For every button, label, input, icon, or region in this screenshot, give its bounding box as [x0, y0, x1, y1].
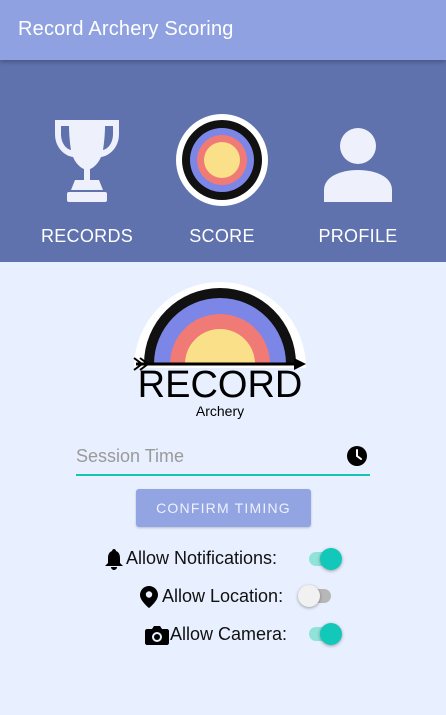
camera-toggle[interactable]	[306, 622, 342, 646]
app-bar: Record Archery Scoring	[0, 0, 446, 60]
setting-location: Allow Location:	[140, 583, 352, 613]
setting-label-location: Allow Location:	[162, 586, 284, 606]
nav-item-records[interactable]: RECORDS	[13, 60, 161, 262]
target-icon	[176, 114, 268, 206]
nav-item-score[interactable]: SCORE	[148, 60, 296, 262]
session-time-field[interactable]	[76, 440, 370, 476]
setting-label-notifications: Allow Notifications:	[126, 548, 278, 568]
nav-label-records: RECORDS	[40, 226, 134, 246]
clock-icon[interactable]	[346, 445, 368, 467]
nav-label-score: SCORE	[189, 226, 255, 246]
archery-target-emblem	[133, 282, 306, 371]
setting-notifications: Allow Notifications:	[102, 545, 352, 575]
nav-item-profile[interactable]: PROFILE	[284, 60, 432, 262]
logo-wordmark: RECORD	[137, 364, 303, 406]
bell-icon	[105, 549, 123, 570]
trophy-icon	[55, 120, 119, 202]
notifications-toggle[interactable]	[306, 547, 342, 571]
logo-subtitle: Archery	[195, 403, 245, 419]
confirm-timing-button[interactable]: CONFIRM TIMING	[136, 489, 311, 527]
location-toggle[interactable]	[298, 584, 334, 608]
setting-label-camera: Allow Camera:	[170, 624, 288, 644]
person-icon	[324, 128, 392, 202]
record-archery-logo: RECORD Archery	[130, 272, 310, 422]
app-title: Record Archery Scoring	[18, 18, 234, 40]
camera-icon	[145, 626, 169, 645]
location-pin-icon	[140, 586, 158, 608]
nav-bar: RECORDS SCORE PROFILE	[0, 60, 446, 262]
session-time-input[interactable]	[76, 444, 336, 468]
setting-camera: Allow Camera:	[145, 621, 352, 651]
nav-label-profile: PROFILE	[318, 226, 398, 246]
